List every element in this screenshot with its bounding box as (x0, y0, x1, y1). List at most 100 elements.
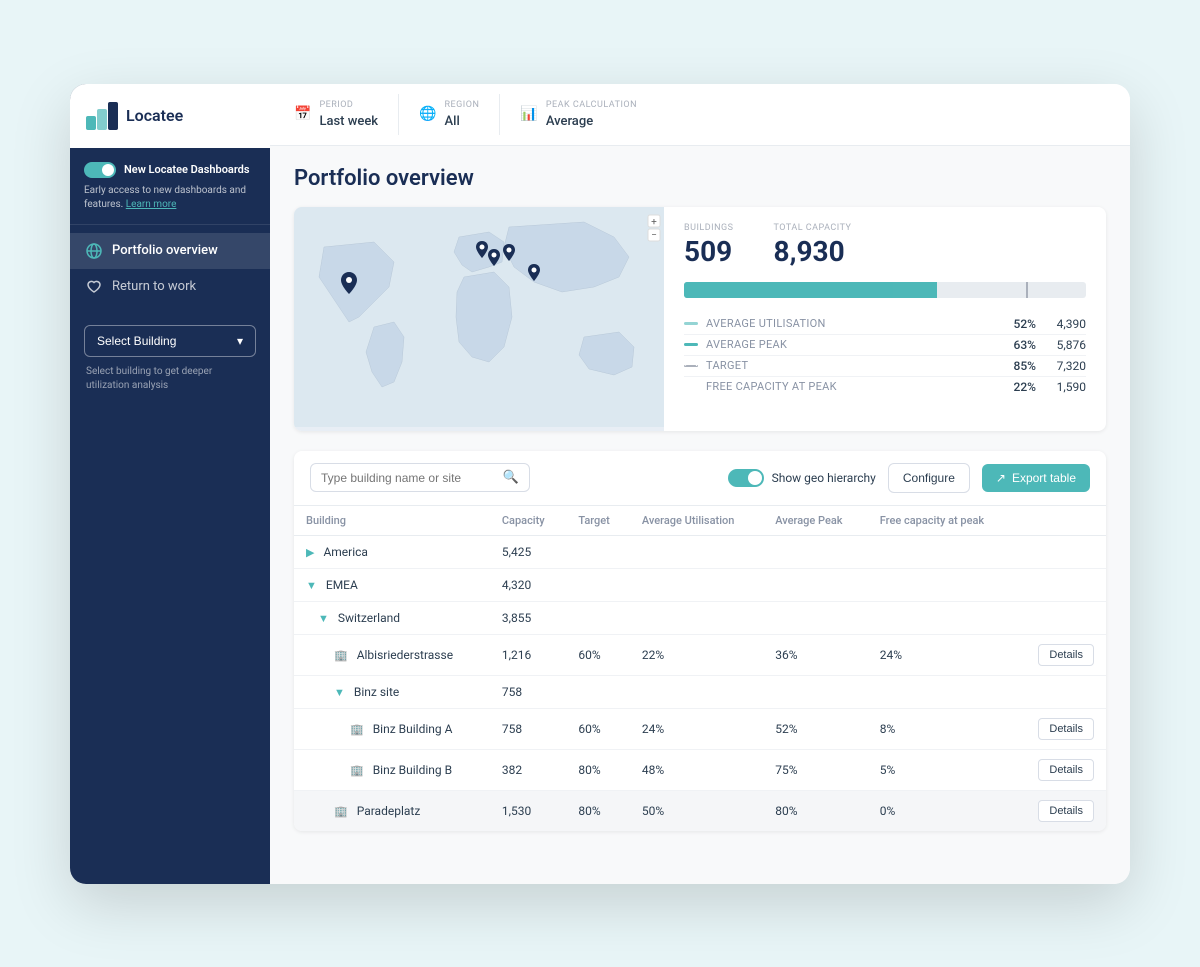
locatee-logo-icon (86, 102, 118, 130)
row-avg-util: 48% (630, 749, 763, 790)
buildings-label: BUILDINGS (684, 223, 734, 233)
row-avg-peak: 80% (763, 790, 868, 831)
table-row: 🏢 Binz Building A 758 60% 24% 52% 8% Det… (294, 708, 1106, 749)
sidebar-logo: Locatee (70, 84, 270, 148)
expand-icon[interactable]: ▶ (306, 546, 314, 559)
expand-icon[interactable]: ▼ (306, 579, 317, 592)
heart-icon (86, 279, 102, 295)
period-label: PERIOD (319, 100, 378, 110)
free-cap-val: 1,590 (1036, 380, 1086, 394)
col-building: Building (294, 506, 490, 536)
row-building-name: ▼ EMEA (294, 568, 490, 601)
row-action: Details (1015, 790, 1106, 831)
export-button[interactable]: ↗ Export table (982, 464, 1090, 492)
row-avg-util (630, 675, 763, 708)
details-button[interactable]: Details (1038, 718, 1094, 740)
buildings-value: 509 (684, 235, 734, 268)
region-value: All (445, 114, 460, 129)
progress-fill-avg (684, 282, 893, 298)
row-free-cap (868, 535, 1015, 568)
select-building-wrapper: Select Building ▾ Select building to get… (70, 313, 270, 393)
table-row: 🏢 Paradeplatz 1,530 80% 50% 80% 0% Detai… (294, 790, 1106, 831)
learn-more-link[interactable]: Learn more (126, 199, 177, 210)
avg-util-val: 4,390 (1036, 317, 1086, 331)
expand-icon[interactable]: ▼ (318, 612, 329, 625)
row-target (566, 568, 630, 601)
row-building-name: 🏢 Albisriederstrasse (294, 634, 490, 675)
total-capacity-value: 8,930 (774, 235, 852, 268)
row-target (566, 675, 630, 708)
row-building-name: 🏢 Binz Building B (294, 749, 490, 790)
free-cap-name: FREE CAPACITY AT PEAK (706, 380, 986, 393)
table-toolbar: 🔍 Show geo hierarchy Configure ↗ Export … (294, 451, 1106, 506)
new-dashboards-toggle[interactable] (84, 162, 116, 178)
row-action (1015, 675, 1106, 708)
building-icon: 🏢 (334, 649, 348, 662)
region-icon: 🌐 (419, 106, 436, 122)
stats-section: BUILDINGS 509 TOTAL CAPACITY 8,930 (664, 207, 1106, 431)
avg-util-pct: 52% (986, 317, 1036, 331)
row-free-cap: 24% (868, 634, 1015, 675)
avg-peak-name: AVERAGE PEAK (706, 338, 986, 351)
row-capacity: 758 (490, 675, 567, 708)
search-input[interactable] (321, 471, 497, 485)
row-building-name: 🏢 Binz Building A (294, 708, 490, 749)
geo-hierarchy-toggle[interactable] (728, 469, 764, 487)
row-building-name: ▶ America (294, 535, 490, 568)
filter-period[interactable]: 📅 PERIOD Last week (294, 94, 399, 135)
data-table: Building Capacity Target Average Utilisa… (294, 506, 1106, 831)
row-action: Details (1015, 749, 1106, 790)
expand-icon[interactable]: ▼ (334, 686, 345, 699)
progress-track (684, 282, 1086, 298)
peak-calc-label: PEAK CALCULATION (546, 100, 637, 110)
filter-bar: 📅 PERIOD Last week 🌐 REGION All 📊 PEAK C… (270, 84, 1130, 146)
details-button[interactable]: Details (1038, 800, 1094, 822)
row-capacity: 758 (490, 708, 567, 749)
details-button[interactable]: Details (1038, 759, 1094, 781)
row-capacity: 1,530 (490, 790, 567, 831)
geo-hierarchy-label: Show geo hierarchy (772, 471, 876, 485)
table-row: ▼ Binz site 758 (294, 675, 1106, 708)
col-capacity: Capacity (490, 506, 567, 536)
details-button[interactable]: Details (1038, 644, 1094, 666)
col-free-cap: Free capacity at peak (868, 506, 1015, 536)
calendar-icon: 📅 (294, 106, 311, 122)
world-map: + − (294, 207, 664, 427)
avg-peak-val: 5,876 (1036, 338, 1086, 352)
total-capacity-label: TOTAL CAPACITY (774, 223, 852, 233)
metric-row-target: TARGET 85% 7,320 (684, 356, 1086, 377)
row-capacity: 4,320 (490, 568, 567, 601)
sidebar-item-portfolio[interactable]: Portfolio overview (70, 233, 270, 269)
svg-text:−: − (651, 230, 657, 241)
promo-desc: Early access to new dashboards and featu… (84, 184, 256, 212)
logo-text: Locatee (126, 106, 183, 125)
promo-title: New Locatee Dashboards (124, 163, 250, 176)
row-avg-peak: 75% (763, 749, 868, 790)
row-target: 60% (566, 708, 630, 749)
sidebar-item-portfolio-label: Portfolio overview (112, 243, 218, 258)
search-icon: 🔍 (503, 470, 519, 485)
configure-button[interactable]: Configure (888, 463, 970, 493)
row-action (1015, 601, 1106, 634)
page-body: Portfolio overview (270, 146, 1130, 884)
building-icon: 🏢 (350, 723, 364, 736)
filter-peak-calc[interactable]: 📊 PEAK CALCULATION Average (520, 94, 657, 135)
table-body: ▶ America 5,425 (294, 535, 1106, 831)
app-wrapper: Locatee New Locatee Dashboards Early acc… (70, 84, 1130, 884)
export-icon: ↗ (996, 471, 1006, 485)
row-capacity: 3,855 (490, 601, 567, 634)
sidebar-item-return[interactable]: Return to work (70, 269, 270, 305)
page-title: Portfolio overview (294, 166, 1106, 191)
sidebar-promo: New Locatee Dashboards Early access to n… (70, 148, 270, 225)
overview-card: + − (294, 207, 1106, 431)
target-indicator (684, 365, 698, 367)
row-free-cap (868, 675, 1015, 708)
row-target (566, 601, 630, 634)
period-value: Last week (319, 114, 378, 129)
row-action: Details (1015, 634, 1106, 675)
filter-region[interactable]: 🌐 REGION All (419, 94, 500, 135)
select-building-button[interactable]: Select Building ▾ (84, 325, 256, 357)
main-content: 📅 PERIOD Last week 🌐 REGION All 📊 PEAK C… (270, 84, 1130, 884)
search-box[interactable]: 🔍 (310, 463, 530, 492)
row-avg-peak: 52% (763, 708, 868, 749)
